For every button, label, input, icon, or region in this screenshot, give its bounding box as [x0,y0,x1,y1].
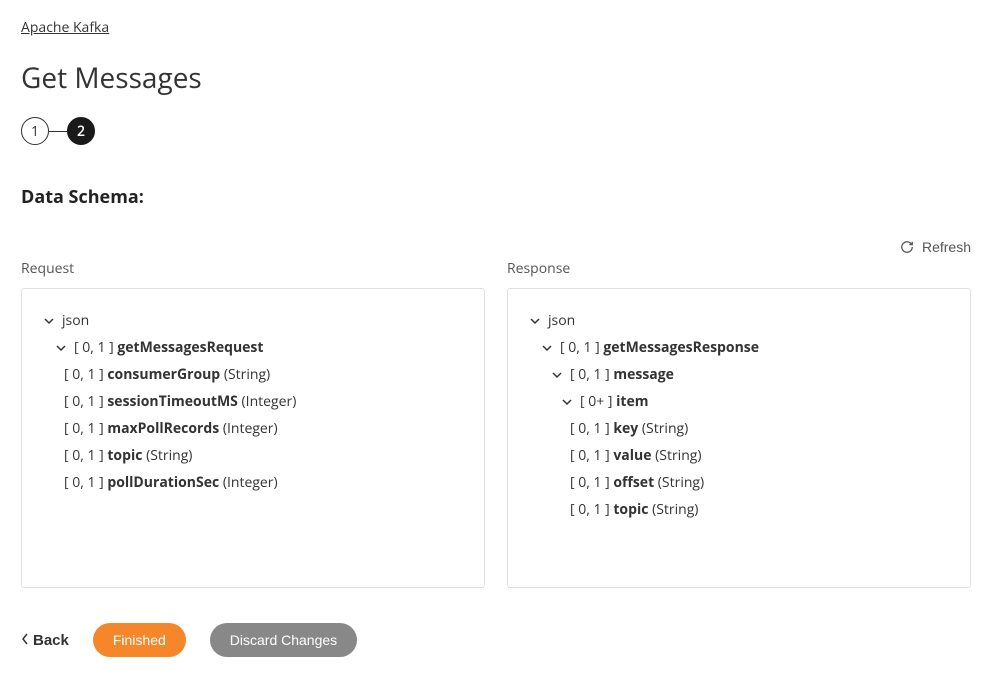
refresh-label: Refresh [922,239,971,255]
discard-changes-button[interactable]: Discard Changes [210,623,357,657]
tree-label: [ 0, 1 ] getMessagesRequest [74,337,263,358]
response-label: Response [507,259,971,278]
tree-label: [ 0, 1 ] key (String) [570,418,688,439]
tree-label: [ 0, 1 ] topic (String) [570,499,698,520]
tree-label: json [62,310,89,331]
tree-node-message[interactable]: [ 0, 1 ] message [528,361,950,388]
tree-node-json[interactable]: json [42,307,464,334]
breadcrumb-link-apache-kafka[interactable]: Apache Kafka [21,18,109,37]
page-title: Get Messages [21,59,971,97]
refresh-icon [900,240,914,254]
tree-node-topic[interactable]: [ 0, 1 ] topic (String) [42,442,464,469]
tree-node-key[interactable]: [ 0, 1 ] key (String) [528,415,950,442]
chevron-down-icon[interactable] [550,368,564,382]
request-schema-box: json [ 0, 1 ] getMessagesRequest [ 0, 1 … [21,288,485,588]
refresh-button[interactable]: Refresh [900,239,971,255]
stepper: 1 2 [21,117,971,145]
step-connector [49,131,67,132]
tree-node-poll-duration-sec[interactable]: [ 0, 1 ] pollDurationSec (Integer) [42,469,464,496]
tree-node-item[interactable]: [ 0+ ] item [528,388,950,415]
tree-node-offset[interactable]: [ 0, 1 ] offset (String) [528,469,950,496]
tree-label: [ 0, 1 ] pollDurationSec (Integer) [64,472,278,493]
tree-label: [ 0, 1 ] sessionTimeoutMS (Integer) [64,391,296,412]
response-column: Response json [ 0, 1 ] getMessagesRespon… [507,259,971,588]
chevron-left-icon [21,632,29,649]
back-label: Back [33,632,69,649]
response-schema-box: json [ 0, 1 ] getMessagesResponse [ 0, 1… [507,288,971,588]
chevron-down-icon[interactable] [540,341,554,355]
chevron-down-icon[interactable] [54,341,68,355]
finished-button[interactable]: Finished [93,623,186,657]
step-1[interactable]: 1 [21,117,49,145]
tree-label: [ 0, 1 ] value (String) [570,445,702,466]
breadcrumb: Apache Kafka [21,18,971,37]
tree-label: [ 0, 1 ] maxPollRecords (Integer) [64,418,278,439]
back-button[interactable]: Back [21,632,69,649]
tree-node-topic[interactable]: [ 0, 1 ] topic (String) [528,496,950,523]
tree-label: [ 0, 1 ] message [570,364,674,385]
request-label: Request [21,259,485,278]
tree-label: json [548,310,575,331]
request-column: Request json [ 0, 1 ] getMessagesRequest… [21,259,485,588]
chevron-down-icon[interactable] [528,314,542,328]
tree-node-consumer-group[interactable]: [ 0, 1 ] consumerGroup (String) [42,361,464,388]
tree-label: [ 0, 1 ] offset (String) [570,472,704,493]
tree-node-value[interactable]: [ 0, 1 ] value (String) [528,442,950,469]
tree-node-max-poll-records[interactable]: [ 0, 1 ] maxPollRecords (Integer) [42,415,464,442]
section-title: Data Schema: [21,185,971,209]
step-2[interactable]: 2 [67,117,95,145]
tree-label: [ 0+ ] item [580,391,648,412]
tree-node-get-messages-response[interactable]: [ 0, 1 ] getMessagesResponse [528,334,950,361]
tree-node-session-timeout-ms[interactable]: [ 0, 1 ] sessionTimeoutMS (Integer) [42,388,464,415]
footer: Back Finished Discard Changes [21,623,971,657]
tree-node-json[interactable]: json [528,307,950,334]
tree-label: [ 0, 1 ] topic (String) [64,445,192,466]
tree-node-get-messages-request[interactable]: [ 0, 1 ] getMessagesRequest [42,334,464,361]
chevron-down-icon[interactable] [42,314,56,328]
tree-label: [ 0, 1 ] getMessagesResponse [560,337,759,358]
chevron-down-icon[interactable] [560,395,574,409]
tree-label: [ 0, 1 ] consumerGroup (String) [64,364,270,385]
